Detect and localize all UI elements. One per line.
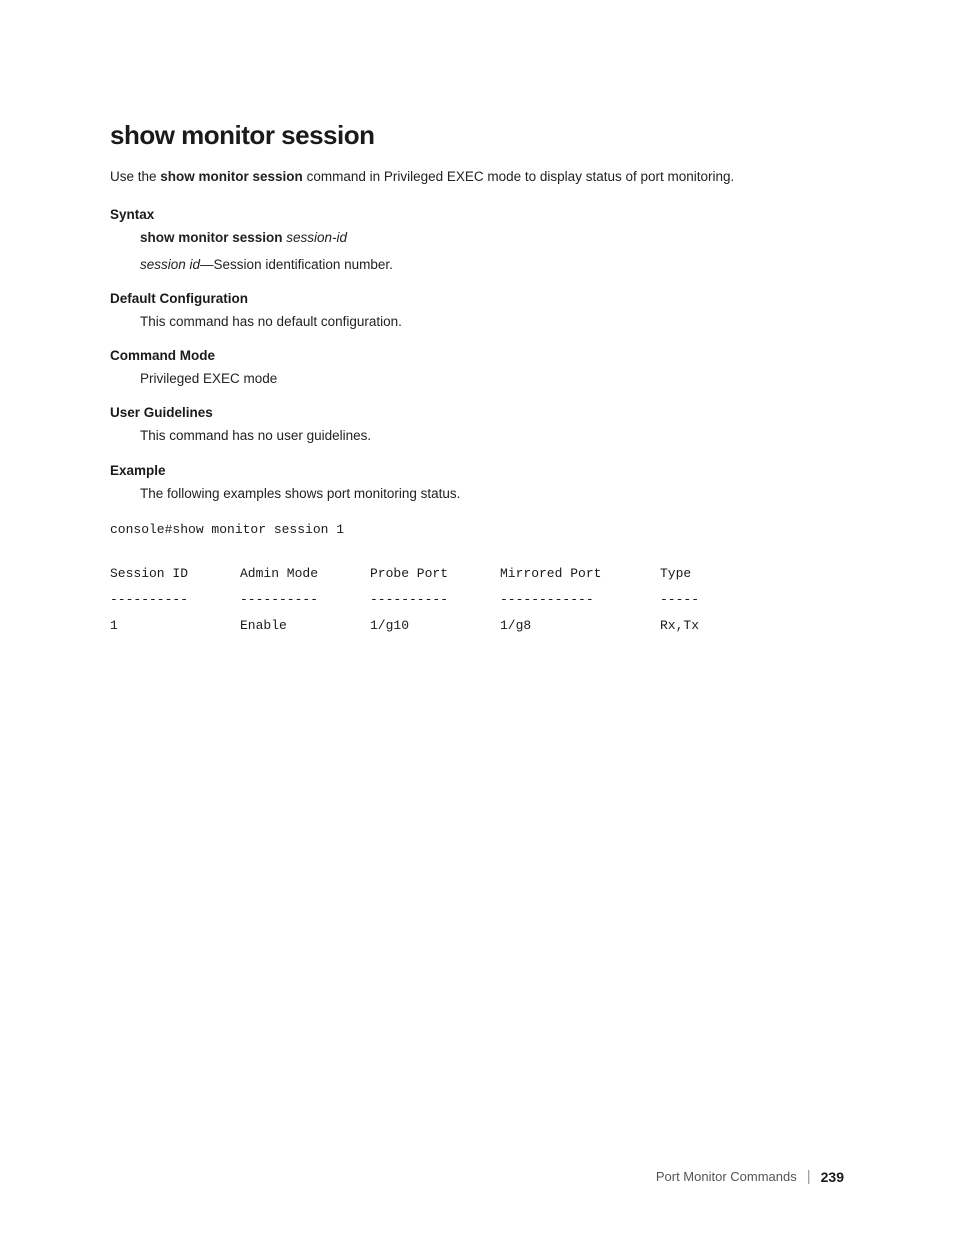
table-cell-mirrored-1: 1/g8	[500, 613, 660, 639]
user-guidelines-heading: User Guidelines	[110, 405, 844, 420]
example-description: The following examples shows port monito…	[110, 484, 844, 504]
table-header-row: Session ID Admin Mode Probe Port Mirrore…	[110, 561, 844, 587]
syntax-command-bold: show monitor session	[140, 230, 283, 245]
syntax-content: show monitor session session-id	[110, 228, 844, 248]
table-cell-session-1: 1	[110, 613, 240, 639]
footer-separator: |	[807, 1168, 811, 1185]
table-header-mirrored-port: Mirrored Port	[500, 561, 660, 587]
footer: Port Monitor Commands | 239	[656, 1168, 844, 1185]
intro-paragraph: Use the show monitor session command in …	[110, 167, 844, 187]
default-config-heading: Default Configuration	[110, 291, 844, 306]
table-divider-row: ---------- ---------- ---------- -------…	[110, 587, 844, 613]
syntax-command-italic: session-id	[283, 230, 348, 245]
table-div-mirrored: ------------	[500, 587, 660, 613]
table-div-probe: ----------	[370, 587, 500, 613]
syntax-desc-italic: session id	[140, 257, 200, 272]
footer-section-label: Port Monitor Commands	[656, 1169, 797, 1184]
page-title: show monitor session	[110, 120, 844, 151]
table-header-admin-mode: Admin Mode	[240, 561, 370, 587]
command-mode-content: Privileged EXEC mode	[110, 369, 844, 389]
command-mode-heading: Command Mode	[110, 348, 844, 363]
table-cell-admin-1: Enable	[240, 613, 370, 639]
table-cell-type-1: Rx,Tx	[660, 613, 740, 639]
intro-command-bold: show monitor session	[160, 169, 303, 184]
table-header-probe-port: Probe Port	[370, 561, 500, 587]
user-guidelines-content: This command has no user guidelines.	[110, 426, 844, 446]
table-header-session-id: Session ID	[110, 561, 240, 587]
table-cell-probe-1: 1/g10	[370, 613, 500, 639]
footer-page-number: 239	[821, 1169, 844, 1185]
intro-prefix: Use the	[110, 169, 160, 184]
table-div-session: ----------	[110, 587, 240, 613]
syntax-description: session id—Session identification number…	[110, 255, 844, 275]
monitor-session-table: Session ID Admin Mode Probe Port Mirrore…	[110, 561, 844, 639]
intro-suffix: command in Privileged EXEC mode to displ…	[303, 169, 734, 184]
default-config-content: This command has no default configuratio…	[110, 312, 844, 332]
table-header-type: Type	[660, 561, 740, 587]
table-row: 1 Enable 1/g10 1/g8 Rx,Tx	[110, 613, 844, 639]
page-container: show monitor session Use the show monito…	[0, 0, 954, 1235]
example-command-line: console#show monitor session 1	[110, 520, 844, 541]
syntax-heading: Syntax	[110, 207, 844, 222]
syntax-desc-suffix: —Session identification number.	[200, 257, 393, 272]
example-heading: Example	[110, 463, 844, 478]
table-div-admin: ----------	[240, 587, 370, 613]
table-div-type: -----	[660, 587, 740, 613]
